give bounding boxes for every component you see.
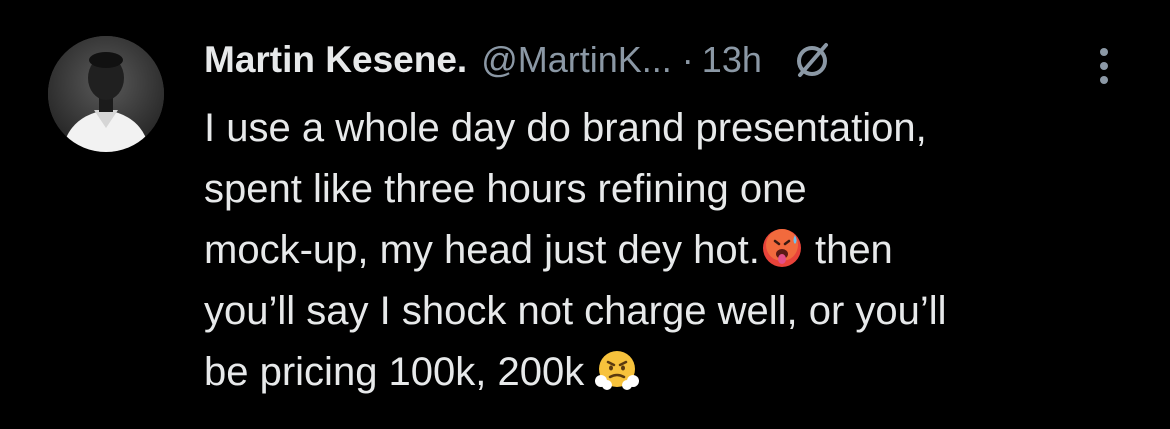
- author-handle[interactable]: @MartinK...: [481, 39, 672, 81]
- tweet-text-line: I use a whole day do brand presentation,: [204, 106, 927, 150]
- avatar[interactable]: [48, 36, 164, 152]
- tweet-header: Martin Kesene. @MartinK... · 13h: [204, 28, 1134, 92]
- tweet-text-line: be pricing 100k, 200k: [204, 342, 1134, 403]
- tweet-text-line: mock-up, my head just dey hot. then: [204, 220, 1134, 281]
- face-with-steam-emoji: [595, 347, 640, 391]
- tweet-text-segment: then: [814, 228, 893, 272]
- audience-icon: [792, 39, 834, 81]
- author-name[interactable]: Martin Kesene.: [204, 39, 467, 81]
- tweet[interactable]: Martin Kesene. @MartinK... · 13h I use a…: [0, 0, 1170, 429]
- tweet-text-line: spent like three hours refining one: [204, 167, 807, 211]
- tweet-body: Martin Kesene. @MartinK... · 13h I use a…: [204, 28, 1134, 403]
- tweet-text-line: you’ll say I shock not charge well, or y…: [204, 289, 947, 333]
- tweet-text-segment: be pricing 100k, 200k: [204, 350, 585, 394]
- separator: ·: [681, 39, 694, 80]
- tweet-text-segment: mock-up, my head just dey hot.: [204, 228, 760, 272]
- tweet-text: I use a whole day do brand presentation,…: [204, 98, 1134, 403]
- timestamp[interactable]: 13h: [702, 39, 762, 81]
- hot-face-emoji: [760, 225, 804, 269]
- more-vertical-icon[interactable]: [1084, 42, 1124, 90]
